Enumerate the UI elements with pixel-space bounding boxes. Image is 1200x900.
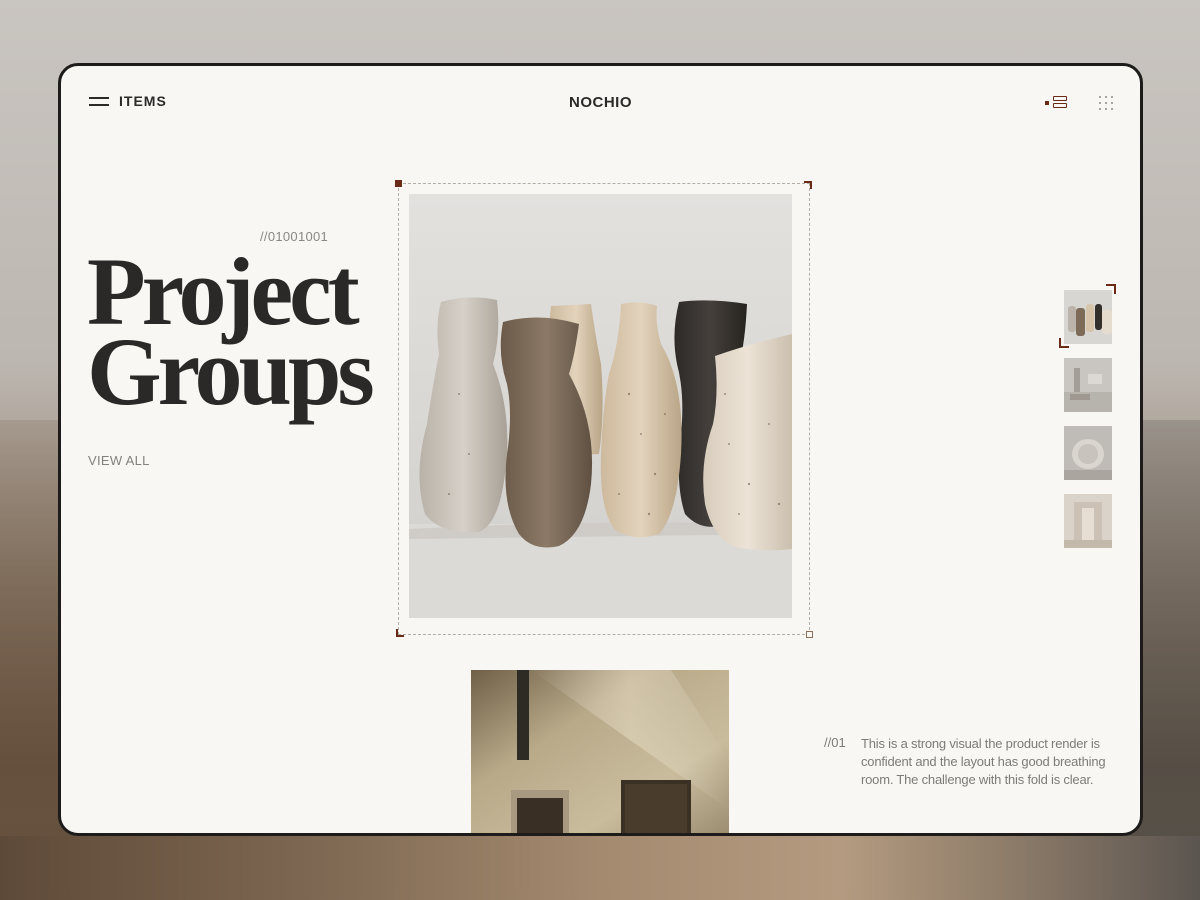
- frame-corner-handle[interactable]: [395, 180, 402, 187]
- app-window: ITEMS NOCHIO //01001001 Project Groups V…: [58, 63, 1143, 836]
- interior-room-thumb[interactable]: [1064, 358, 1112, 412]
- brand-name: NOCHIO: [569, 94, 632, 111]
- list-view-icon[interactable]: [1043, 95, 1071, 111]
- ceramic-vases-thumb[interactable]: [1064, 290, 1112, 344]
- caption-text: This is a strong visual the product rend…: [861, 736, 1106, 787]
- page-title: Project Groups: [87, 244, 387, 425]
- caption-number: //01: [824, 735, 846, 750]
- sunlit-wall-photo[interactable]: [471, 670, 729, 833]
- frame-corner-bracket: [396, 629, 404, 637]
- grid-dots-icon[interactable]: [1099, 96, 1113, 110]
- view-all-link[interactable]: VIEW ALL: [88, 453, 150, 468]
- brand-logo[interactable]: NOCHIO: [61, 94, 1140, 111]
- frame-corner-handle[interactable]: [806, 631, 813, 638]
- title-line-2: Groups: [87, 318, 375, 425]
- thumbnail-selection-corner: [1106, 284, 1116, 294]
- hallway-thumb[interactable]: [1064, 494, 1112, 548]
- ceramic-vases-photo[interactable]: [409, 194, 792, 618]
- round-vase-thumb[interactable]: [1064, 426, 1112, 480]
- background-bottom: [0, 836, 1200, 900]
- frame-corner-bracket: [804, 181, 812, 189]
- thumbnail-selection-corner: [1059, 338, 1069, 348]
